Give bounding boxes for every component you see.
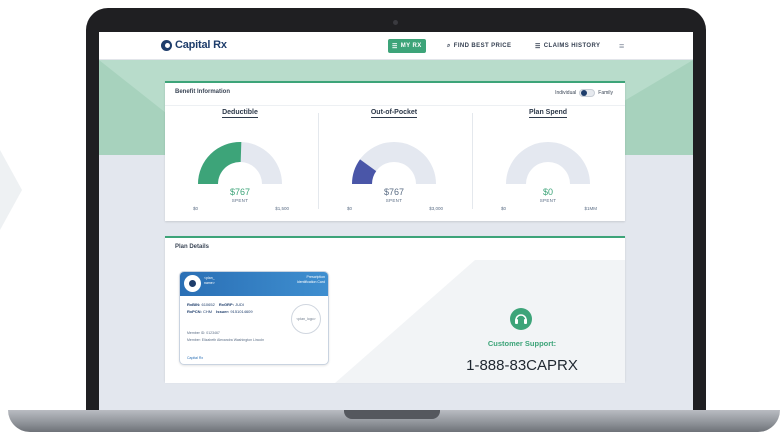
nav-my-rx[interactable]: ☰ MY RX [388, 39, 426, 53]
id-card-row: RxPCN: CHM Issuer: 9151014609 [187, 309, 253, 314]
nav-claims-history[interactable]: ☰ CLAIMS HISTORY [531, 39, 604, 53]
id-card-type-line2: Identification Card [296, 280, 325, 284]
plan-details-body: <plan_ name> Prescription Identification… [165, 260, 625, 383]
prescription-id-card[interactable]: <plan_ name> Prescription Identification… [179, 271, 329, 365]
member-name: Member: Elizabeth Alexandra Washington L… [187, 338, 265, 342]
customer-support-phone[interactable]: 1-888-83CAPRX [445, 357, 599, 374]
issuer-value: 9151014609 [230, 309, 253, 314]
search-icon: ⌕ [447, 42, 451, 49]
list-icon: ☰ [392, 43, 398, 50]
out-of-pocket-gauge: Out-of-Pocket $767 SPENT $0 $3,000 [319, 107, 469, 223]
gauge-min: $0 [501, 206, 507, 211]
divider [165, 105, 625, 106]
capital-rx-logo[interactable]: Capital Rx [161, 39, 227, 51]
id-card-row: RxBIN: 610652 RxGRP: JUDI [187, 302, 244, 307]
toggle-family-label: Family [598, 90, 613, 96]
gauge-max: $3,000 [429, 206, 443, 211]
gauge-spent-label: SPENT [385, 198, 403, 203]
id-card-footer-logo: Capital Rx [187, 356, 204, 360]
gauge-amount: $0 [542, 187, 553, 197]
page: Capital Rx ☰ MY RX ⌕ FIND BEST PRICE ☰ C… [0, 0, 784, 445]
app-screen: Capital Rx ☰ MY RX ⌕ FIND BEST PRICE ☰ C… [99, 32, 693, 413]
benefit-information-title: Benefit Information [175, 89, 230, 95]
logo-text: Capital Rx [175, 39, 227, 51]
id-card-type: Prescription Identification Card [297, 275, 325, 285]
rxpcn-value: CHM [203, 309, 213, 314]
gauge-amount: $767 [229, 187, 251, 197]
benefit-information-card: Benefit Information Individual Family De… [165, 81, 625, 221]
rxgrp-label: RxGRP: [218, 302, 234, 307]
top-navigation: Capital Rx ☰ MY RX ⌕ FIND BEST PRICE ☰ C… [99, 32, 693, 60]
gauge-max: $1MM [584, 206, 597, 211]
headset-icon [510, 308, 532, 330]
nav-find-best-price[interactable]: ⌕ FIND BEST PRICE [443, 39, 515, 53]
nav-my-rx-label: MY RX [400, 43, 422, 49]
camera-dot [393, 20, 398, 25]
nav-find-best-price-label: FIND BEST PRICE [453, 43, 512, 49]
id-card-logo-icon [184, 275, 201, 292]
gauge-spent-label: SPENT [231, 198, 249, 203]
plan-details-title: Plan Details [175, 244, 210, 250]
laptop-frame: Capital Rx ☰ MY RX ⌕ FIND BEST PRICE ☰ C… [86, 8, 706, 422]
background-decoration [0, 150, 22, 230]
gauge-max: $1,500 [275, 206, 289, 211]
gauge-title: Plan Spend [528, 109, 568, 118]
toggle-switch[interactable] [579, 89, 596, 97]
gauge-arc [198, 142, 282, 184]
id-card-header: <plan_ name> Prescription Identification… [180, 272, 328, 296]
customer-support-label: Customer Support: [487, 339, 557, 348]
id-card-plan-name: <plan_ name> [204, 276, 215, 286]
coverage-toggle[interactable]: Individual Family [555, 89, 613, 97]
gauge-amount: $767 [383, 187, 405, 197]
menu-icon[interactable]: ≡ [615, 39, 629, 53]
rxgrp-value: JUDI [235, 302, 244, 307]
gauge-arc [506, 142, 590, 184]
rxbin-label: RxBIN: [187, 302, 201, 307]
gauge-track [506, 142, 590, 184]
gauge-arc [352, 142, 436, 184]
gauge-spent-label: SPENT [539, 198, 557, 203]
gauge-fill [198, 142, 242, 184]
laptop-notch [344, 410, 440, 419]
gauge-title: Out-of-Pocket [370, 109, 418, 118]
logo-icon [161, 39, 172, 51]
nav-claims-history-label: CLAIMS HISTORY [543, 43, 601, 49]
plan-spend-gauge: Plan Spend $0 SPENT $0 $1MM [473, 107, 623, 223]
plan-logo-placeholder: <plan_logo> [291, 304, 321, 334]
gauge-min: $0 [193, 206, 199, 211]
toggle-knob [581, 90, 588, 96]
issuer-label: Issuer: [216, 309, 230, 314]
deductible-gauge: Deductible $767 SPENT $0 $1,500 [165, 107, 315, 223]
gauge-min: $0 [347, 206, 353, 211]
gauge-title: Deductible [222, 109, 258, 118]
document-icon: ☰ [535, 43, 541, 50]
rxbin-value: 610652 [201, 302, 215, 307]
plan-details-card: Plan Details <plan_ name> Prescription I… [165, 236, 625, 383]
rxpcn-label: RxPCN: [187, 309, 202, 314]
toggle-individual-label: Individual [555, 90, 577, 96]
member-id: Member ID: 0123467 [187, 331, 220, 335]
plan-name-line2: name> [204, 281, 215, 285]
